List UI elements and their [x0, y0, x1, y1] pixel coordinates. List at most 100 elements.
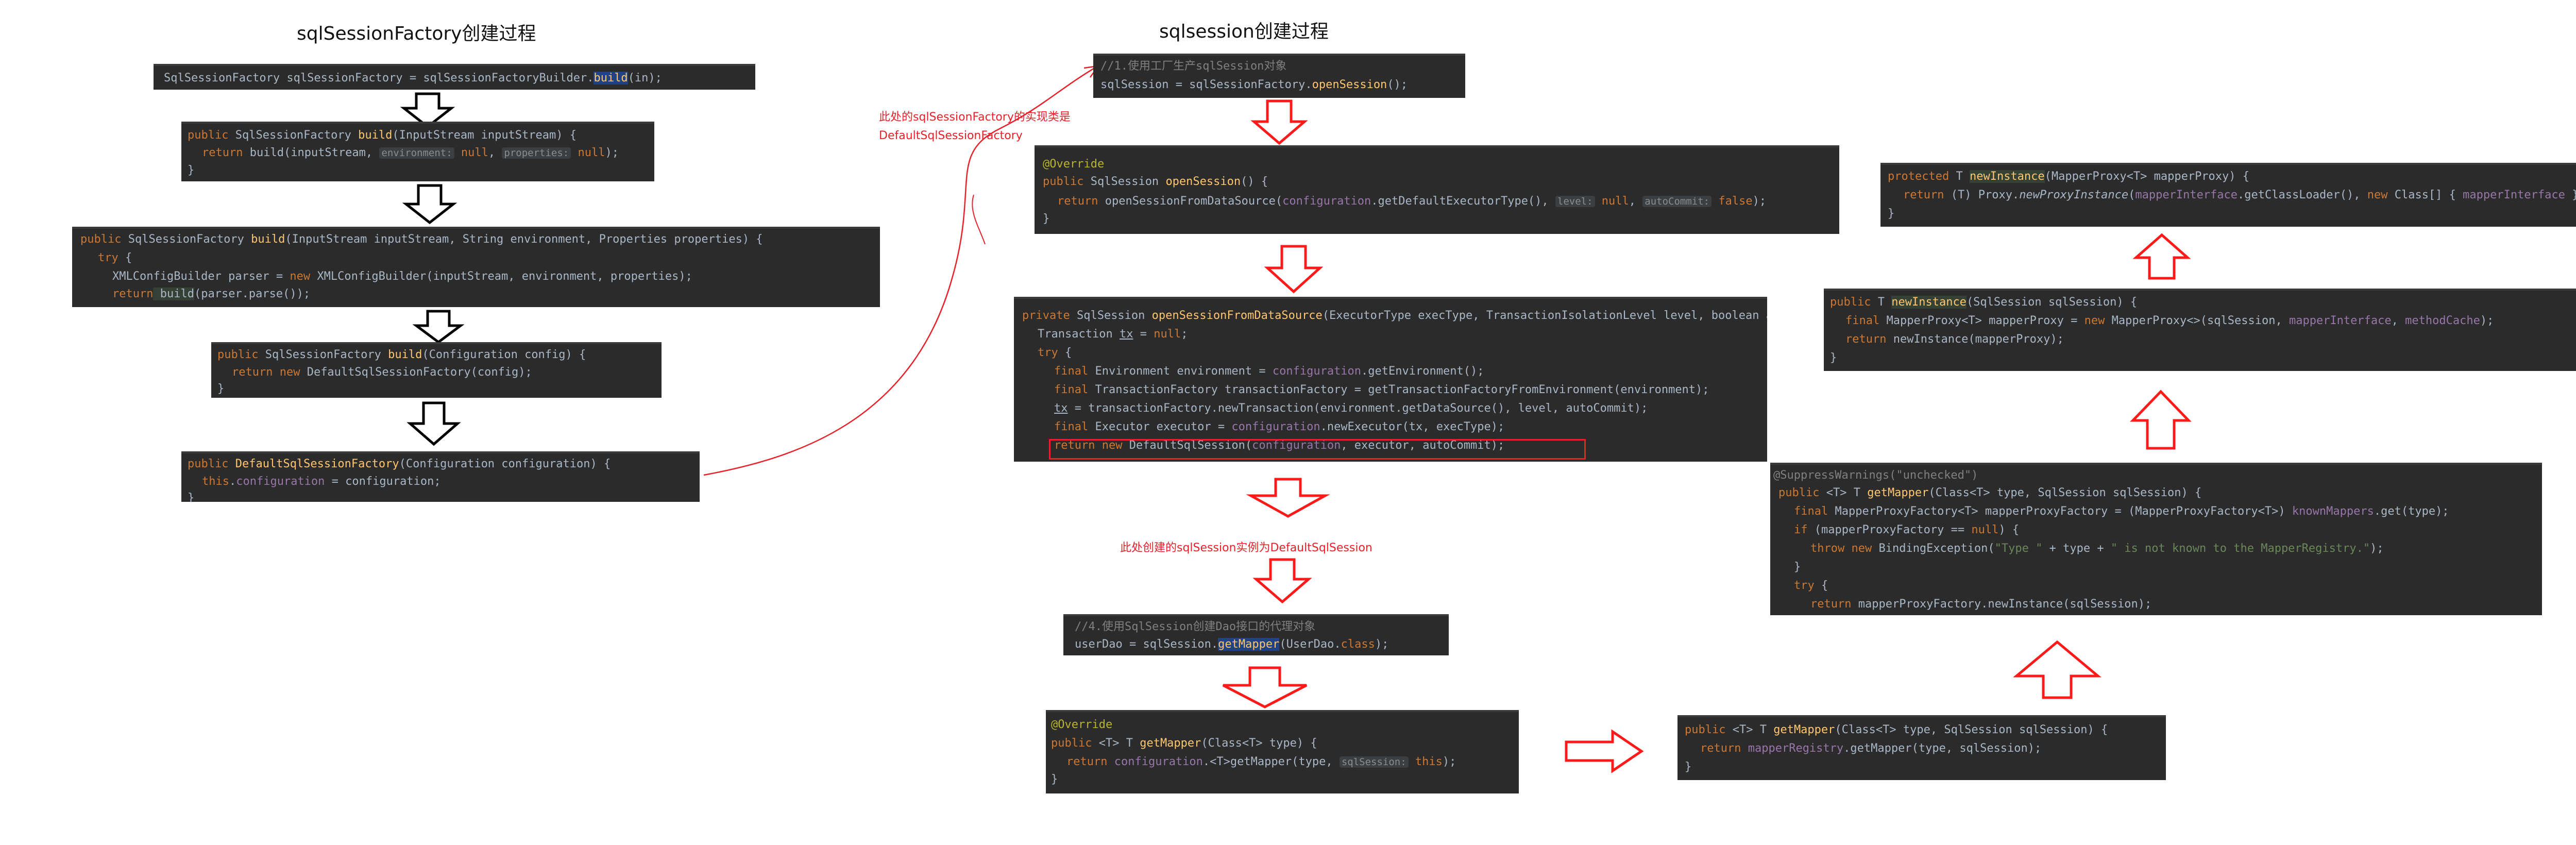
code-text: return	[1845, 333, 1887, 346]
code-text: .getEnvironment();	[1361, 365, 1484, 378]
code-text: ,	[488, 146, 502, 159]
code-text: );	[605, 146, 619, 159]
code-text: .	[229, 475, 236, 488]
code-text: );	[2370, 542, 2384, 555]
code-text: (Class<T> type, SqlSession sqlSession) {	[1835, 723, 2108, 736]
param-hint: autoCommit:	[1642, 196, 1712, 207]
code-text: openSession	[1312, 78, 1387, 91]
code-text: (in);	[628, 72, 662, 84]
code-text: T	[1949, 170, 1970, 183]
code-text: }	[1830, 351, 1837, 364]
down-arrow-icon	[1250, 99, 1308, 145]
code-text: ,	[2391, 314, 2405, 327]
code-text: Class[] {	[2387, 189, 2463, 201]
code-text: + type +	[2042, 542, 2111, 555]
code-text: .getDefaultExecutorType(),	[1371, 195, 1555, 208]
code-text: return	[1903, 189, 1944, 201]
code-text: = configuration;	[325, 475, 441, 488]
code-text: methodCache	[2405, 314, 2480, 327]
code-text: TransactionFactory transactionFactory = …	[1088, 383, 1709, 396]
code-text: getMapper	[1218, 638, 1280, 651]
code-text: .getMapper(type, sqlSession);	[1843, 742, 2042, 755]
code-text: (Class<T> type) {	[1201, 737, 1317, 750]
code-text: T	[1871, 296, 1892, 309]
code-text: }	[1051, 773, 1058, 786]
code-text: (UserDao.	[1279, 638, 1341, 651]
up-arrow-icon	[2132, 233, 2191, 280]
param-hint: properties:	[502, 147, 571, 159]
code-text: DefaultSqlSessionFactory(config);	[300, 366, 532, 379]
param-hint: level:	[1555, 196, 1595, 207]
code-text: ();	[1387, 78, 1408, 91]
code-block-mapper-registry: @SuppressWarnings("unchecked") public <T…	[1770, 463, 2542, 615]
code-text: this	[202, 475, 229, 488]
code-text: public	[188, 129, 229, 142]
code-text: () {	[1241, 175, 1268, 188]
code-text: knownMappers	[2292, 505, 2374, 518]
code-block-build-configuration: public SqlSessionFactory build(Configura…	[211, 342, 662, 398]
code-text: SqlSessionFactory	[258, 348, 388, 361]
code-text: if	[1794, 523, 1808, 536]
down-arrow-icon	[402, 184, 457, 225]
code-block-build-inputstream: public SqlSessionFactory build(InputStre…	[181, 122, 654, 181]
code-text: public	[1830, 296, 1871, 309]
right-arrow-icon	[1565, 729, 1644, 773]
code-text: try	[1038, 346, 1058, 359]
highlight-box	[1049, 439, 1586, 460]
code-text: .<T>getMapper(type,	[1202, 755, 1340, 768]
code-block-get-mapper-override: @Override public <T> T getMapper(Class<T…	[1046, 710, 1519, 793]
code-text: userDao = sqlSession.	[1075, 638, 1218, 651]
code-text: return	[202, 146, 243, 159]
code-text: throw new	[1810, 542, 1872, 555]
code-text: }	[188, 492, 195, 502]
down-arrow-icon	[412, 310, 465, 344]
code-text: new	[2084, 314, 2105, 327]
code-text: {	[118, 251, 132, 264]
code-text: sqlSession = sqlSessionFactory.	[1100, 78, 1312, 91]
code-text: configuration	[1282, 195, 1371, 208]
code-text: Executor executor =	[1088, 420, 1232, 433]
code-text: public	[217, 348, 259, 361]
code-text: false	[1711, 195, 1753, 208]
code-text: new	[2367, 189, 2388, 201]
code-text: build	[358, 129, 393, 142]
code-text: (	[2128, 189, 2136, 201]
code-text: return	[1066, 755, 1108, 768]
code-annotation: @Override	[1051, 718, 1113, 731]
code-text: openSessionFromDataSource	[1151, 309, 1323, 322]
code-text: );	[1752, 195, 1767, 208]
code-block-registry-get-mapper: public <T> T getMapper(Class<T> type, Sq…	[1677, 715, 2166, 780]
down-arrow-icon	[1222, 666, 1308, 708]
code-text: new	[290, 270, 311, 283]
code-text: newInstance	[1891, 296, 1967, 309]
code-text: "Type "	[1994, 542, 2043, 555]
code-text: return new	[232, 366, 300, 379]
code-text: protected	[1888, 170, 1950, 183]
code-text: public	[80, 233, 122, 246]
code-text: MapperProxyFactory<T> mapperProxyFactory…	[1828, 505, 2292, 518]
code-text: build	[594, 72, 628, 84]
code-text: SqlSessionFactory	[228, 129, 359, 142]
code-text: (Configuration config) {	[422, 348, 586, 361]
code-text: getMapper	[1140, 737, 1201, 750]
code-block-open-session-override: @Override public SqlSession openSession(…	[1035, 145, 1839, 234]
code-text: return	[1810, 598, 1852, 611]
code-text: (ExecutorType execType, TransactionIsola…	[1322, 309, 1767, 322]
code-text: (InputStream inputStream, String environ…	[285, 233, 763, 246]
code-text: build	[388, 348, 422, 361]
code-text: .newExecutor(tx, execType);	[1320, 420, 1505, 433]
code-text: null	[571, 146, 605, 159]
code-text: openSessionFromDataSource(	[1098, 195, 1283, 208]
code-text: public	[1043, 175, 1084, 188]
code-text: final	[1845, 314, 1880, 327]
code-text: {	[1058, 346, 1072, 359]
code-text: null	[1971, 523, 1999, 536]
code-text: DefaultSqlSessionFactory	[228, 458, 399, 470]
code-text: (InputStream inputStream) {	[392, 129, 577, 142]
code-text: <T> T	[1092, 737, 1140, 750]
code-text: newInstance(mapperProxy);	[1886, 333, 2064, 346]
code-text: }	[1043, 212, 1050, 225]
up-arrow-icon	[2013, 640, 2102, 699]
code-text: final	[1054, 420, 1089, 433]
code-text: newInstance	[1969, 170, 2045, 183]
